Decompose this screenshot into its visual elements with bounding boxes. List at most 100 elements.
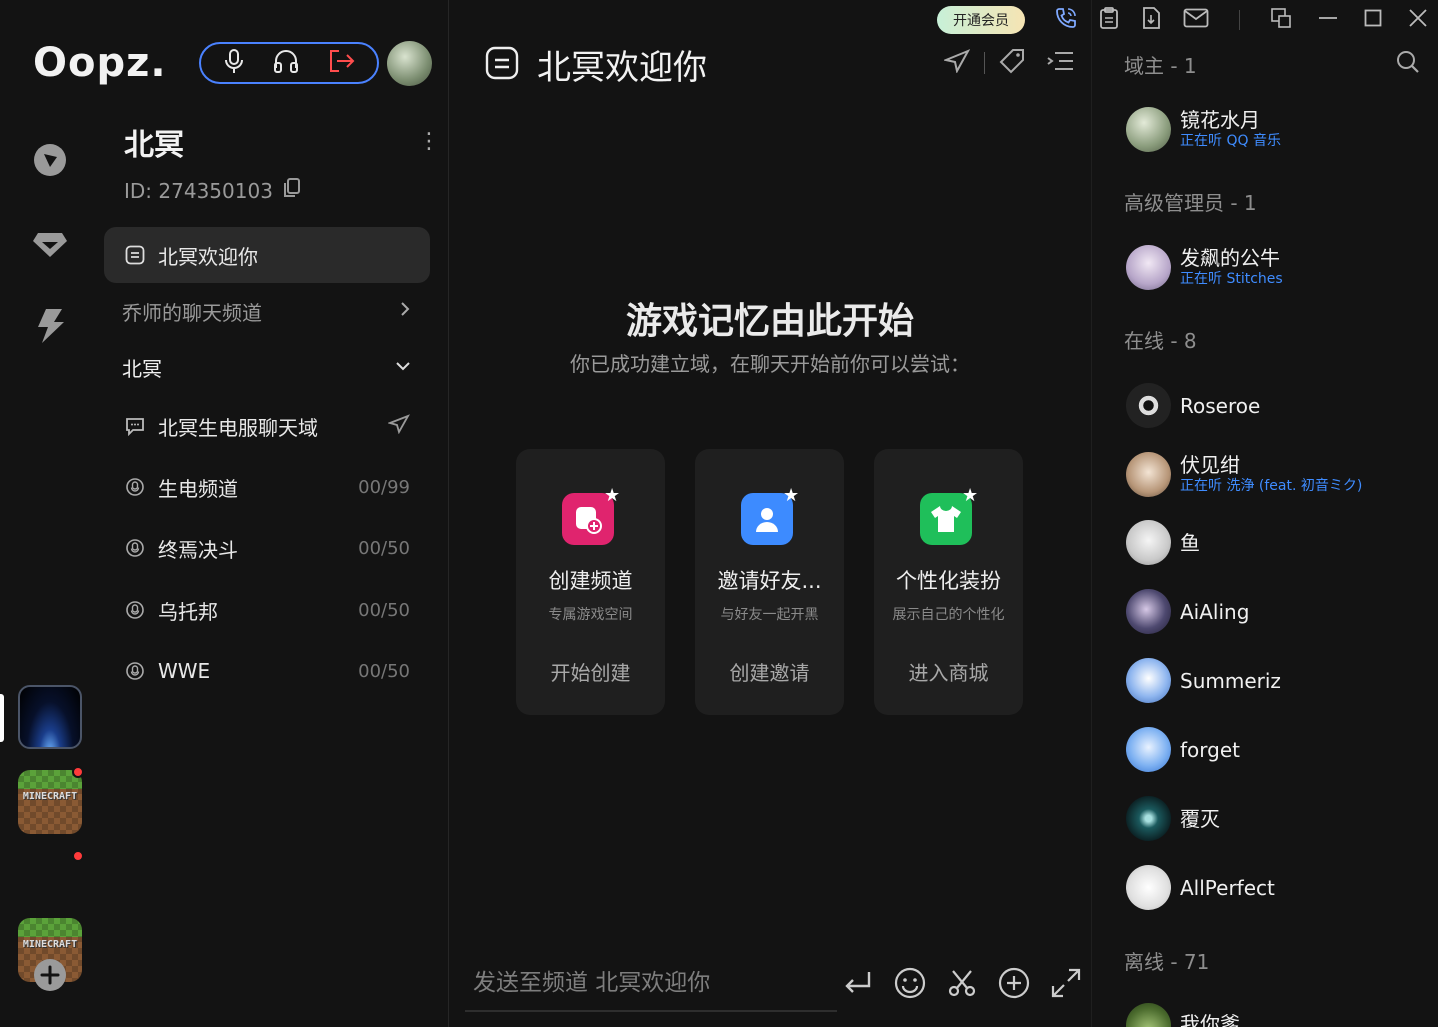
card-action[interactable]: 创建邀请 (695, 657, 844, 686)
member-name: AiAling (1180, 599, 1250, 624)
member-name: 鱼 (1180, 530, 1200, 555)
add-attachment-icon[interactable] (997, 966, 1031, 1004)
avatar (1126, 727, 1171, 772)
card-action[interactable]: 开始创建 (516, 657, 665, 686)
channel-count: 00/50 (358, 537, 410, 559)
channel-group-collapsed[interactable]: 乔师的聊天频道 (104, 286, 430, 336)
member-item[interactable]: 镜花水月 正在听 QQ 音乐 (1126, 107, 1281, 152)
discover-icon[interactable] (32, 142, 68, 178)
search-icon[interactable] (1396, 50, 1420, 78)
member-item[interactable]: 鱼 (1126, 520, 1200, 565)
section-header-admin: 高级管理员 - 1 (1124, 191, 1257, 215)
emoji-icon[interactable] (893, 966, 927, 1004)
send-icon[interactable] (942, 49, 971, 77)
avatar (1126, 658, 1171, 703)
section-header-online: 在线 - 8 (1124, 329, 1197, 353)
channel-header: 北冥欢迎你 (485, 40, 707, 89)
card-desc: 与好友一起开黑 (720, 607, 819, 623)
avatar (1126, 107, 1171, 152)
member-item[interactable]: 覆灭 (1126, 796, 1220, 841)
member-item[interactable]: AllPerfect (1126, 865, 1275, 910)
member-status: 正在听 Stitches (1180, 270, 1283, 287)
chat-bubble-icon (124, 415, 146, 437)
card-title: 个性化装扮 (896, 569, 1001, 593)
voice-channel-item[interactable]: WWE 00/50 (104, 643, 430, 699)
main-chat-area: 开通会员 北冥欢迎你 游戏记忆由此开始 你已成功建立域，在聊天开始前你可以尝试：… (449, 0, 1091, 1027)
lightning-icon[interactable] (32, 308, 68, 344)
channel-count: 00/50 (358, 599, 410, 621)
avatar (1126, 589, 1171, 634)
hero-title: 游戏记忆由此开始 (625, 301, 914, 342)
card-invite-friends[interactable]: ★ 邀请好友... 与好友一起开黑 创建邀请 (695, 449, 844, 715)
section-header-offline: 离线 - 71 (1124, 950, 1210, 974)
message-composer (465, 958, 837, 1012)
channel-item-welcome[interactable]: 北冥欢迎你 (104, 227, 430, 283)
server-thumb-beiming[interactable] (18, 685, 82, 749)
voice-channel-icon (124, 660, 146, 682)
avatar (1126, 520, 1171, 565)
hero-subtitle: 你已成功建立域，在聊天开始前你可以尝试： (570, 352, 970, 376)
card-action[interactable]: 进入商城 (874, 657, 1023, 686)
member-status: 正在听 洗浄 (feat. 初音ミク) (1180, 477, 1363, 494)
expand-icon[interactable] (1049, 966, 1083, 1004)
member-list: 域主 - 1 镜花水月 正在听 QQ 音乐 高级管理员 - 1 发飙的公牛 正在… (1092, 0, 1438, 1027)
member-name: Summeriz (1180, 668, 1281, 693)
member-item[interactable]: Roseroe (1126, 383, 1260, 428)
avatar (1126, 245, 1171, 290)
voice-channel-item[interactable]: 生电频道 00/99 (104, 459, 430, 515)
message-input[interactable] (473, 958, 837, 1008)
channel-label: 乌托邦 (158, 599, 218, 624)
card-desc: 专属游戏空间 (548, 607, 633, 623)
server-thumb-minecraft-1[interactable]: MINECRAFT (18, 770, 82, 834)
voice-channel-item[interactable]: 乌托邦 00/50 (104, 582, 430, 638)
server-thumb-label: MINECRAFT (22, 791, 78, 802)
channel-count: 00/50 (358, 660, 410, 682)
chevron-right-icon (398, 300, 412, 322)
server-menu-icon[interactable]: ⋮ (418, 128, 440, 156)
card-create-channel[interactable]: ★ 创建频道 专属游戏空间 开始创建 (516, 449, 665, 715)
avatar (1126, 383, 1171, 428)
channel-panel: 北冥 ⋮ ID: 274350103 北冥欢迎你 乔师的聊天频道 北冥 北冥生电… (100, 0, 448, 1027)
text-channel-icon (124, 244, 146, 266)
group-label: 乔师的聊天频道 (122, 300, 262, 325)
phone-call-icon[interactable] (1055, 7, 1077, 33)
card-title: 邀请好友... (717, 569, 822, 593)
text-channel-icon (485, 46, 519, 84)
channel-label: 北冥生电服聊天域 (158, 415, 318, 440)
channel-group-expanded[interactable]: 北冥 (104, 342, 430, 392)
scissors-icon[interactable] (945, 966, 979, 1004)
gem-icon[interactable] (32, 226, 68, 262)
copy-icon[interactable] (283, 178, 301, 203)
card-personalize[interactable]: ★ 个性化装扮 展示自己的个性化 进入商城 (874, 449, 1023, 715)
notification-dot (72, 850, 84, 862)
add-server-icon[interactable] (32, 957, 68, 993)
member-name: forget (1180, 737, 1240, 762)
server-thumb-label: MINECRAFT (22, 939, 78, 950)
member-list-toggle-icon[interactable] (1047, 50, 1075, 76)
section-header-owner: 域主 - 1 (1124, 54, 1197, 78)
vip-button[interactable]: 开通会员 (937, 6, 1025, 34)
server-name: 北冥 (124, 128, 184, 163)
member-item[interactable]: AiAling (1126, 589, 1249, 634)
avatar (1126, 452, 1171, 497)
avatar (1126, 796, 1171, 841)
channel-item-chat-domain[interactable]: 北冥生电服聊天域 (104, 398, 430, 454)
voice-channel-icon (124, 537, 146, 559)
voice-channel-icon (124, 476, 146, 498)
member-name: AllPerfect (1180, 875, 1275, 900)
member-item[interactable]: 我你爹 (1126, 1003, 1240, 1027)
channel-label: 北冥欢迎你 (158, 244, 258, 269)
send-icon[interactable] (387, 414, 411, 438)
member-item[interactable]: Summeriz (1126, 658, 1281, 703)
member-item[interactable]: forget (1126, 727, 1240, 772)
member-name: 伏见绀 (1180, 452, 1240, 477)
voice-channel-item[interactable]: 终焉决斗 00/50 (104, 520, 430, 576)
member-name: Roseroe (1180, 393, 1261, 418)
member-item[interactable]: 发飙的公牛 正在听 Stitches (1126, 245, 1283, 290)
voice-channel-icon (124, 599, 146, 621)
tag-icon[interactable] (999, 48, 1025, 78)
star-icon: ★ (604, 485, 621, 506)
enter-icon[interactable] (841, 966, 875, 1004)
member-item[interactable]: 伏见绀 正在听 洗浄 (feat. 初音ミク) (1126, 452, 1362, 497)
member-name: 镜花水月 (1180, 107, 1260, 132)
